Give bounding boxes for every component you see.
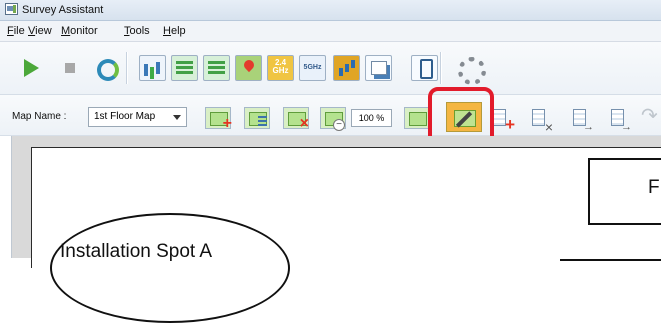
menu-monitor[interactable]: Monitor <box>61 25 98 37</box>
map-line <box>560 259 661 261</box>
export-document-icon[interactable] <box>570 107 594 133</box>
delete-document-icon[interactable] <box>529 107 553 135</box>
installation-spot-outline <box>50 213 290 323</box>
room-label: F <box>648 177 660 198</box>
window-title-bar: Survey Assistant <box>0 0 661 21</box>
report-icon[interactable] <box>365 55 392 81</box>
map-pin-icon[interactable] <box>235 55 262 81</box>
import-document-icon[interactable] <box>608 107 632 133</box>
zoom-out-map-icon[interactable] <box>320 107 346 131</box>
toolbar-separator <box>126 52 127 84</box>
main-toolbar: 2.4 GHz 5GHz <box>0 42 661 95</box>
signal-bars-icon[interactable] <box>333 55 360 81</box>
map-name-label: Map Name : <box>12 111 67 122</box>
map-name-value: 1st Floor Map <box>94 111 156 122</box>
add-map-icon[interactable] <box>205 107 232 133</box>
menu-help[interactable]: Help <box>163 25 186 37</box>
play-icon[interactable] <box>20 55 47 81</box>
map-workspace: Installation Spot A F <box>11 136 661 323</box>
dropdown-arrow-icon <box>173 115 181 120</box>
map-toolbar: Map Name : 1st Floor Map 100 % ↷ <box>0 95 661 136</box>
frequency-24ghz-icon[interactable]: 2.4 GHz <box>267 55 294 81</box>
menu-file[interactable]: File <box>7 25 25 37</box>
installation-spot-label: Installation Spot A <box>60 241 213 262</box>
zoom-field[interactable]: 100 % <box>351 109 392 127</box>
room-box: F <box>588 158 661 225</box>
delete-map-icon[interactable] <box>283 107 309 133</box>
menu-view[interactable]: View <box>28 25 52 37</box>
refresh-icon[interactable] <box>94 55 121 81</box>
app-icon <box>5 3 18 15</box>
gear-icon[interactable] <box>455 55 486 85</box>
channel-bars-icon[interactable] <box>139 55 166 81</box>
window-title: Survey Assistant <box>22 4 104 16</box>
device-icon[interactable] <box>411 55 438 81</box>
menu-bar: File View Monitor Tools Help <box>0 21 661 42</box>
green-bars-icon[interactable] <box>203 55 230 81</box>
redo-icon: ↷ <box>641 105 658 127</box>
toolbar-separator <box>440 52 441 84</box>
stop-icon[interactable] <box>58 55 85 81</box>
map-name-select[interactable]: 1st Floor Map <box>88 107 187 127</box>
green-bars-icon[interactable] <box>171 55 198 81</box>
map-export-icon[interactable] <box>404 107 430 129</box>
menu-tools[interactable]: Tools <box>124 25 150 37</box>
map-properties-icon[interactable] <box>244 107 270 129</box>
floor-map-canvas: Installation Spot A F <box>31 147 661 323</box>
frequency-5ghz-icon[interactable]: 5GHz <box>299 55 326 81</box>
